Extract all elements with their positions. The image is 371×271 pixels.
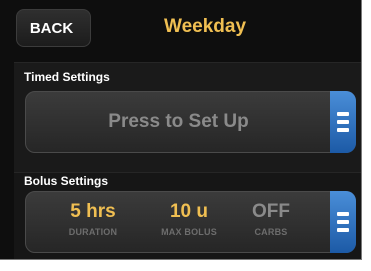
setup-prompt: Press to Set Up — [108, 111, 249, 132]
menu-bar — [337, 120, 349, 124]
menu-bar — [337, 228, 349, 232]
menu-bar — [337, 112, 349, 116]
max-bolus-label: MAX BOLUS — [161, 227, 217, 237]
header: BACK Weekday — [0, 0, 361, 54]
screen-title: Weekday — [163, 16, 247, 37]
carbs-value: OFF — [252, 201, 290, 222]
max-bolus-value: 10 u — [169, 201, 209, 222]
pump-screen: BACK Weekday Timed Settings Press to Set… — [0, 0, 362, 260]
menu-icon[interactable] — [330, 91, 356, 153]
menu-bar — [337, 220, 349, 224]
max-bolus-stat: 10 u MAX BOLUS — [144, 201, 234, 237]
carbs-stat: OFF CARBS — [226, 201, 316, 237]
bolus-settings-panel: Bolus Settings 5 hrs DURATION 10 u MAX B… — [14, 172, 361, 259]
timed-settings-label: Timed Settings — [24, 70, 110, 84]
menu-bar — [337, 128, 349, 132]
menu-icon[interactable] — [330, 191, 356, 253]
back-button[interactable]: BACK — [16, 9, 91, 47]
bolus-settings-card[interactable]: 5 hrs DURATION 10 u MAX BOLUS OFF CARBS — [25, 191, 356, 253]
timed-settings-card[interactable]: Press to Set Up — [25, 91, 356, 153]
duration-label: DURATION — [68, 227, 118, 237]
carbs-label: CARBS — [254, 227, 288, 237]
timed-settings-panel: Timed Settings Press to Set Up — [14, 62, 361, 173]
duration-stat: 5 hrs DURATION — [48, 201, 138, 237]
duration-value: 5 hrs — [70, 201, 116, 222]
menu-bar — [337, 212, 349, 216]
bolus-settings-label: Bolus Settings — [24, 174, 109, 188]
